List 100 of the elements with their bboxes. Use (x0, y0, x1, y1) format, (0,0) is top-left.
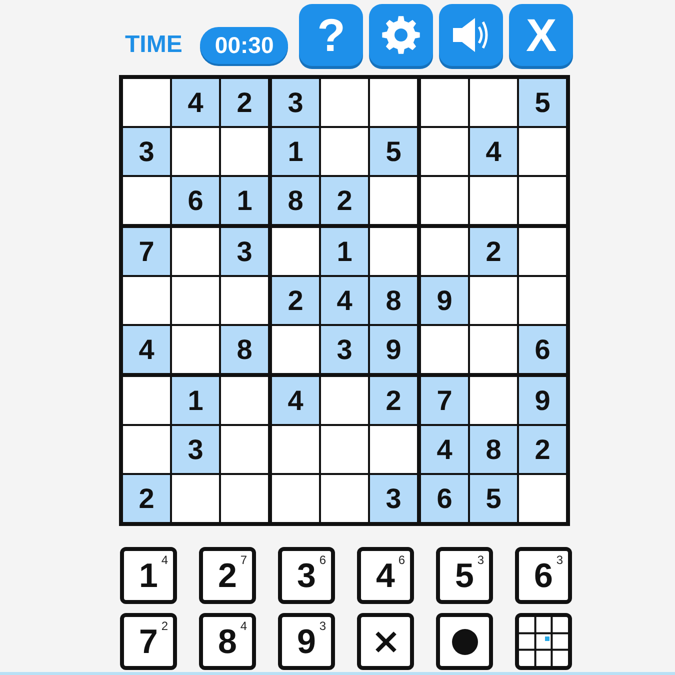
sudoku-cell[interactable]: 2 (519, 426, 566, 473)
digit-count: 6 (398, 554, 405, 566)
digit-count: 7 (240, 554, 247, 566)
sudoku-cell[interactable] (519, 228, 566, 275)
speaker-icon (452, 17, 490, 53)
sudoku-cell[interactable] (421, 228, 468, 275)
sudoku-cell[interactable]: 4 (272, 377, 319, 424)
sudoku-cell[interactable]: 2 (221, 79, 268, 126)
sudoku-cell[interactable] (172, 475, 219, 522)
sudoku-cell[interactable]: 4 (421, 426, 468, 473)
sudoku-cell[interactable] (421, 177, 468, 224)
timer-display: 00:30 (200, 27, 288, 64)
sudoku-cell[interactable]: 2 (321, 177, 368, 224)
sudoku-cell[interactable] (321, 377, 368, 424)
sudoku-cell[interactable]: 4 (123, 326, 170, 373)
sudoku-cell[interactable] (172, 277, 219, 324)
sudoku-cell[interactable] (321, 426, 368, 473)
sudoku-cell[interactable] (123, 426, 170, 473)
sudoku-cell[interactable]: 7 (123, 228, 170, 275)
grid-key[interactable] (515, 613, 572, 670)
time-label: TIME (125, 33, 182, 57)
sudoku-cell[interactable] (172, 128, 219, 175)
digit-count: 3 (477, 554, 484, 566)
sudoku-cell[interactable]: 8 (221, 326, 268, 373)
digit-count: 6 (319, 554, 326, 566)
sudoku-cell[interactable] (172, 228, 219, 275)
sudoku-cell[interactable] (123, 79, 170, 126)
sudoku-cell[interactable]: 1 (221, 177, 268, 224)
sudoku-cell[interactable] (421, 326, 468, 373)
sudoku-cell[interactable]: 1 (321, 228, 368, 275)
sudoku-cell[interactable] (470, 277, 517, 324)
sudoku-cell[interactable]: 4 (172, 79, 219, 126)
sudoku-cell[interactable] (519, 177, 566, 224)
digit-count: 3 (556, 554, 563, 566)
sudoku-cell[interactable] (272, 426, 319, 473)
digit-count: 4 (240, 620, 247, 632)
sudoku-cell[interactable] (321, 475, 368, 522)
sudoku-cell[interactable] (172, 326, 219, 373)
sudoku-cell[interactable] (421, 128, 468, 175)
sudoku-cell[interactable] (321, 128, 368, 175)
sudoku-cell[interactable] (221, 475, 268, 522)
sudoku-cell[interactable]: 5 (519, 79, 566, 126)
sudoku-cell[interactable] (470, 79, 517, 126)
sudoku-cell[interactable]: 8 (470, 426, 517, 473)
sudoku-cell[interactable]: 2 (370, 377, 417, 424)
sudoku-cell[interactable] (519, 128, 566, 175)
sudoku-cell[interactable] (519, 475, 566, 522)
sudoku-cell[interactable] (321, 79, 368, 126)
sudoku-cell[interactable]: 3 (172, 426, 219, 473)
sudoku-cell[interactable] (272, 326, 319, 373)
sudoku-cell[interactable]: 3 (370, 475, 417, 522)
sudoku-cell[interactable]: 3 (321, 326, 368, 373)
sudoku-cell[interactable] (272, 228, 319, 275)
sudoku-cell[interactable] (221, 377, 268, 424)
sudoku-cell[interactable] (272, 475, 319, 522)
sudoku-cell[interactable]: 9 (519, 377, 566, 424)
sudoku-cell[interactable]: 5 (470, 475, 517, 522)
sudoku-cell[interactable]: 8 (370, 277, 417, 324)
sudoku-cell[interactable] (221, 426, 268, 473)
sudoku-cell[interactable] (123, 277, 170, 324)
sudoku-cell[interactable]: 9 (370, 326, 417, 373)
sudoku-cell[interactable] (370, 79, 417, 126)
sudoku-cell[interactable] (370, 426, 417, 473)
sudoku-cell[interactable]: 5 (370, 128, 417, 175)
sudoku-cell[interactable] (370, 177, 417, 224)
sudoku-cell[interactable] (519, 277, 566, 324)
settings-icon (381, 15, 422, 55)
sudoku-cell[interactable]: 4 (321, 277, 368, 324)
sudoku-cell[interactable] (470, 326, 517, 373)
sudoku-cell[interactable]: 6 (172, 177, 219, 224)
sudoku-cell[interactable]: 3 (272, 79, 319, 126)
sudoku-cell[interactable]: 2 (272, 277, 319, 324)
dot-icon (452, 628, 478, 654)
sound-button[interactable] (439, 4, 504, 66)
settings-button[interactable] (369, 4, 434, 66)
sudoku-cell[interactable]: 9 (421, 277, 468, 324)
sudoku-cell[interactable]: 3 (221, 228, 268, 275)
sudoku-cell[interactable]: 6 (519, 326, 566, 373)
sudoku-cell[interactable] (221, 277, 268, 324)
erase-key[interactable] (357, 613, 414, 670)
sudoku-cell[interactable] (470, 177, 517, 224)
sudoku-cell[interactable] (221, 128, 268, 175)
sudoku-cell[interactable]: 3 (123, 128, 170, 175)
sudoku-cell[interactable] (470, 377, 517, 424)
sudoku-cell[interactable]: 6 (421, 475, 468, 522)
sudoku-cell[interactable]: 8 (272, 177, 319, 224)
sudoku-cell[interactable]: 2 (470, 228, 517, 275)
sudoku-cell[interactable] (123, 177, 170, 224)
grid-icon (519, 617, 568, 666)
sudoku-cell[interactable]: 1 (172, 377, 219, 424)
sudoku-cell[interactable]: 4 (470, 128, 517, 175)
sudoku-cell[interactable] (123, 377, 170, 424)
digit-count: 3 (319, 620, 326, 632)
dot-key[interactable] (436, 613, 493, 670)
sudoku-cell[interactable] (421, 79, 468, 126)
sudoku-cell[interactable] (370, 228, 417, 275)
sudoku-cell[interactable]: 7 (421, 377, 468, 424)
sudoku-cell[interactable]: 2 (123, 475, 170, 522)
sudoku-cell[interactable]: 1 (272, 128, 319, 175)
cross-icon (374, 630, 396, 652)
